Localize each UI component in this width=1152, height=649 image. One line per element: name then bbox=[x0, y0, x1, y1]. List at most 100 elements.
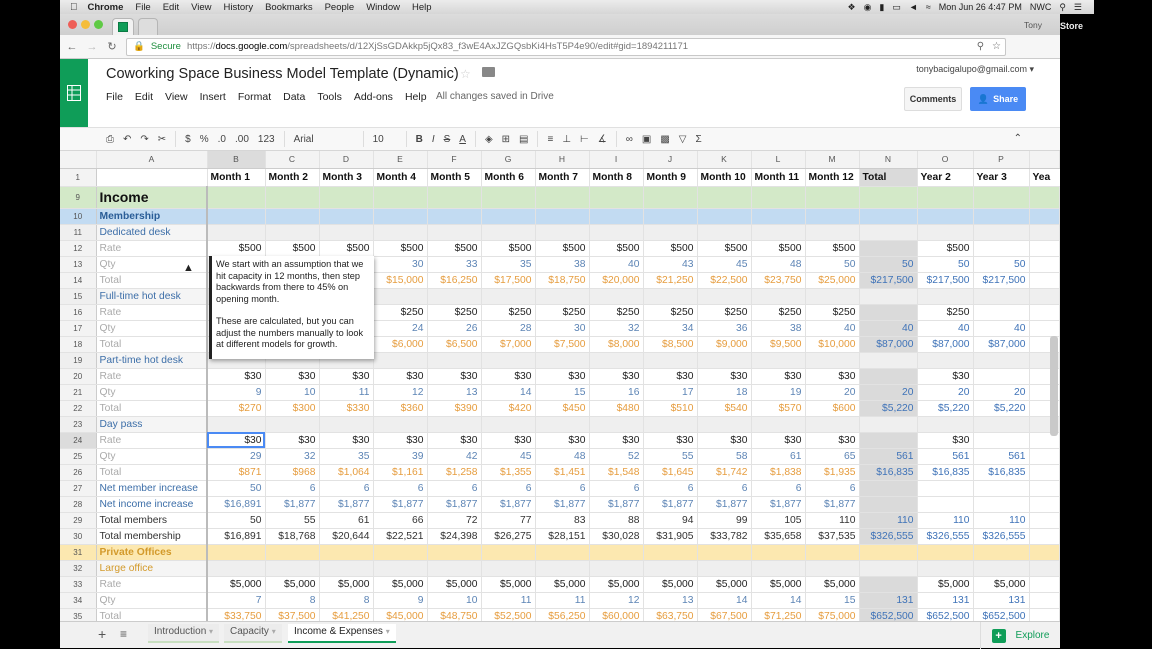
cell[interactable]: 58 bbox=[697, 448, 752, 465]
cell[interactable]: $600 bbox=[805, 400, 860, 417]
row-header[interactable]: 34 bbox=[60, 592, 97, 609]
cell[interactable] bbox=[319, 416, 374, 433]
cell[interactable]: $500 bbox=[207, 240, 266, 257]
cell[interactable]: $16,835 bbox=[917, 464, 974, 481]
cell[interactable] bbox=[973, 416, 1030, 433]
cell[interactable]: $1,548 bbox=[589, 464, 644, 481]
cell[interactable] bbox=[697, 544, 752, 561]
cell[interactable]: $500 bbox=[481, 240, 536, 257]
cell[interactable]: $1,064 bbox=[319, 464, 374, 481]
cell[interactable]: $71,250 bbox=[751, 608, 806, 621]
cell[interactable]: $570 bbox=[751, 400, 806, 417]
cell[interactable]: 38 bbox=[751, 320, 806, 337]
cell[interactable]: $9,500 bbox=[751, 336, 806, 353]
cell[interactable] bbox=[973, 240, 1030, 257]
cell[interactable] bbox=[481, 208, 536, 225]
cell[interactable]: $5,220 bbox=[859, 400, 918, 417]
cell[interactable]: $217,500 bbox=[917, 272, 974, 289]
cell[interactable] bbox=[805, 560, 860, 577]
functions-button[interactable]: Σ bbox=[695, 134, 701, 145]
cell[interactable] bbox=[643, 544, 698, 561]
cell[interactable]: 6 bbox=[535, 480, 590, 497]
cell[interactable] bbox=[373, 186, 428, 209]
cell[interactable] bbox=[1029, 528, 1060, 545]
url-field[interactable]: 🔒 Secure https:// docs.google.com /sprea… bbox=[126, 37, 1006, 56]
row-header[interactable]: 15 bbox=[60, 288, 97, 305]
document-title[interactable]: Coworking Space Business Model Template … bbox=[106, 66, 459, 82]
column-header[interactable]: D bbox=[319, 151, 374, 169]
cell[interactable]: 94 bbox=[643, 512, 698, 529]
row-label[interactable]: Large office bbox=[96, 560, 208, 577]
cell[interactable] bbox=[805, 224, 860, 241]
column-header[interactable]: I bbox=[589, 151, 644, 169]
cell[interactable]: 17 bbox=[643, 384, 698, 401]
cell[interactable]: 40 bbox=[973, 320, 1030, 337]
cell[interactable]: $45,000 bbox=[373, 608, 428, 621]
cell[interactable] bbox=[859, 224, 918, 241]
cell[interactable]: 48 bbox=[535, 448, 590, 465]
cell[interactable]: $30 bbox=[643, 368, 698, 385]
cell[interactable]: $6,500 bbox=[427, 336, 482, 353]
cell[interactable] bbox=[589, 544, 644, 561]
vertical-align-icon[interactable]: ⊥ bbox=[562, 134, 571, 145]
cell[interactable]: 14 bbox=[481, 384, 536, 401]
row-header[interactable]: 10 bbox=[60, 208, 97, 225]
cell[interactable]: $500 bbox=[917, 240, 974, 257]
menu-view[interactable]: View bbox=[165, 91, 188, 103]
profile-name[interactable]: Tony bbox=[1024, 20, 1042, 30]
cell[interactable]: $16,835 bbox=[859, 464, 918, 481]
cell[interactable]: $450 bbox=[535, 400, 590, 417]
column-header[interactable]: E bbox=[373, 151, 428, 169]
cell[interactable] bbox=[319, 560, 374, 577]
cell[interactable] bbox=[859, 560, 918, 577]
cell[interactable] bbox=[207, 416, 266, 433]
sheets-logo-icon[interactable] bbox=[60, 59, 88, 127]
column-header[interactable]: G bbox=[481, 151, 536, 169]
cell[interactable]: $1,451 bbox=[535, 464, 590, 481]
cell[interactable] bbox=[805, 352, 860, 369]
cell[interactable]: 40 bbox=[917, 320, 974, 337]
row-header[interactable]: 23 bbox=[60, 416, 97, 433]
cell[interactable]: 50 bbox=[973, 256, 1030, 273]
cell[interactable]: 14 bbox=[751, 592, 806, 609]
cell[interactable]: 39 bbox=[373, 448, 428, 465]
cell[interactable] bbox=[373, 208, 428, 225]
cell[interactable]: 99 bbox=[697, 512, 752, 529]
cell[interactable] bbox=[805, 208, 860, 225]
menu-data[interactable]: Data bbox=[283, 91, 305, 103]
percent-format-button[interactable]: % bbox=[200, 134, 209, 145]
cell[interactable] bbox=[643, 352, 698, 369]
row-label[interactable]: Membership bbox=[96, 208, 208, 225]
cell[interactable]: 15 bbox=[805, 592, 860, 609]
cell[interactable] bbox=[973, 368, 1030, 385]
cell[interactable] bbox=[589, 224, 644, 241]
cell[interactable] bbox=[427, 208, 482, 225]
cell[interactable] bbox=[1029, 512, 1060, 529]
month-header-cell[interactable]: Year 2 bbox=[917, 168, 974, 187]
cell[interactable]: 29 bbox=[207, 448, 266, 465]
maximize-window-button[interactable] bbox=[94, 20, 103, 29]
menu-help[interactable]: Help bbox=[405, 91, 427, 103]
cell[interactable]: 11 bbox=[535, 592, 590, 609]
text-wrap-icon[interactable]: ⊢ bbox=[580, 134, 589, 145]
row-header[interactable]: 22 bbox=[60, 400, 97, 417]
month-header-cell[interactable]: Month 5 bbox=[427, 168, 482, 187]
cell[interactable]: $510 bbox=[643, 400, 698, 417]
cell[interactable]: $30 bbox=[481, 368, 536, 385]
text-color-button[interactable]: A bbox=[459, 134, 466, 145]
cell[interactable] bbox=[917, 560, 974, 577]
cell[interactable]: $5,000 bbox=[373, 576, 428, 593]
cell[interactable] bbox=[589, 560, 644, 577]
row-label[interactable]: Dedicated desk bbox=[96, 224, 208, 241]
cell[interactable]: $30 bbox=[265, 432, 320, 449]
cell[interactable] bbox=[1029, 288, 1060, 305]
bold-button[interactable]: B bbox=[416, 134, 423, 145]
cell[interactable]: $41,250 bbox=[319, 608, 374, 621]
cell[interactable]: 66 bbox=[373, 512, 428, 529]
cell[interactable]: $30 bbox=[207, 368, 266, 385]
cell[interactable]: 32 bbox=[265, 448, 320, 465]
cell[interactable]: $5,220 bbox=[973, 400, 1030, 417]
month-header-cell[interactable]: Month 1 bbox=[207, 168, 266, 187]
cell[interactable]: 50 bbox=[859, 256, 918, 273]
cell[interactable] bbox=[973, 186, 1030, 209]
